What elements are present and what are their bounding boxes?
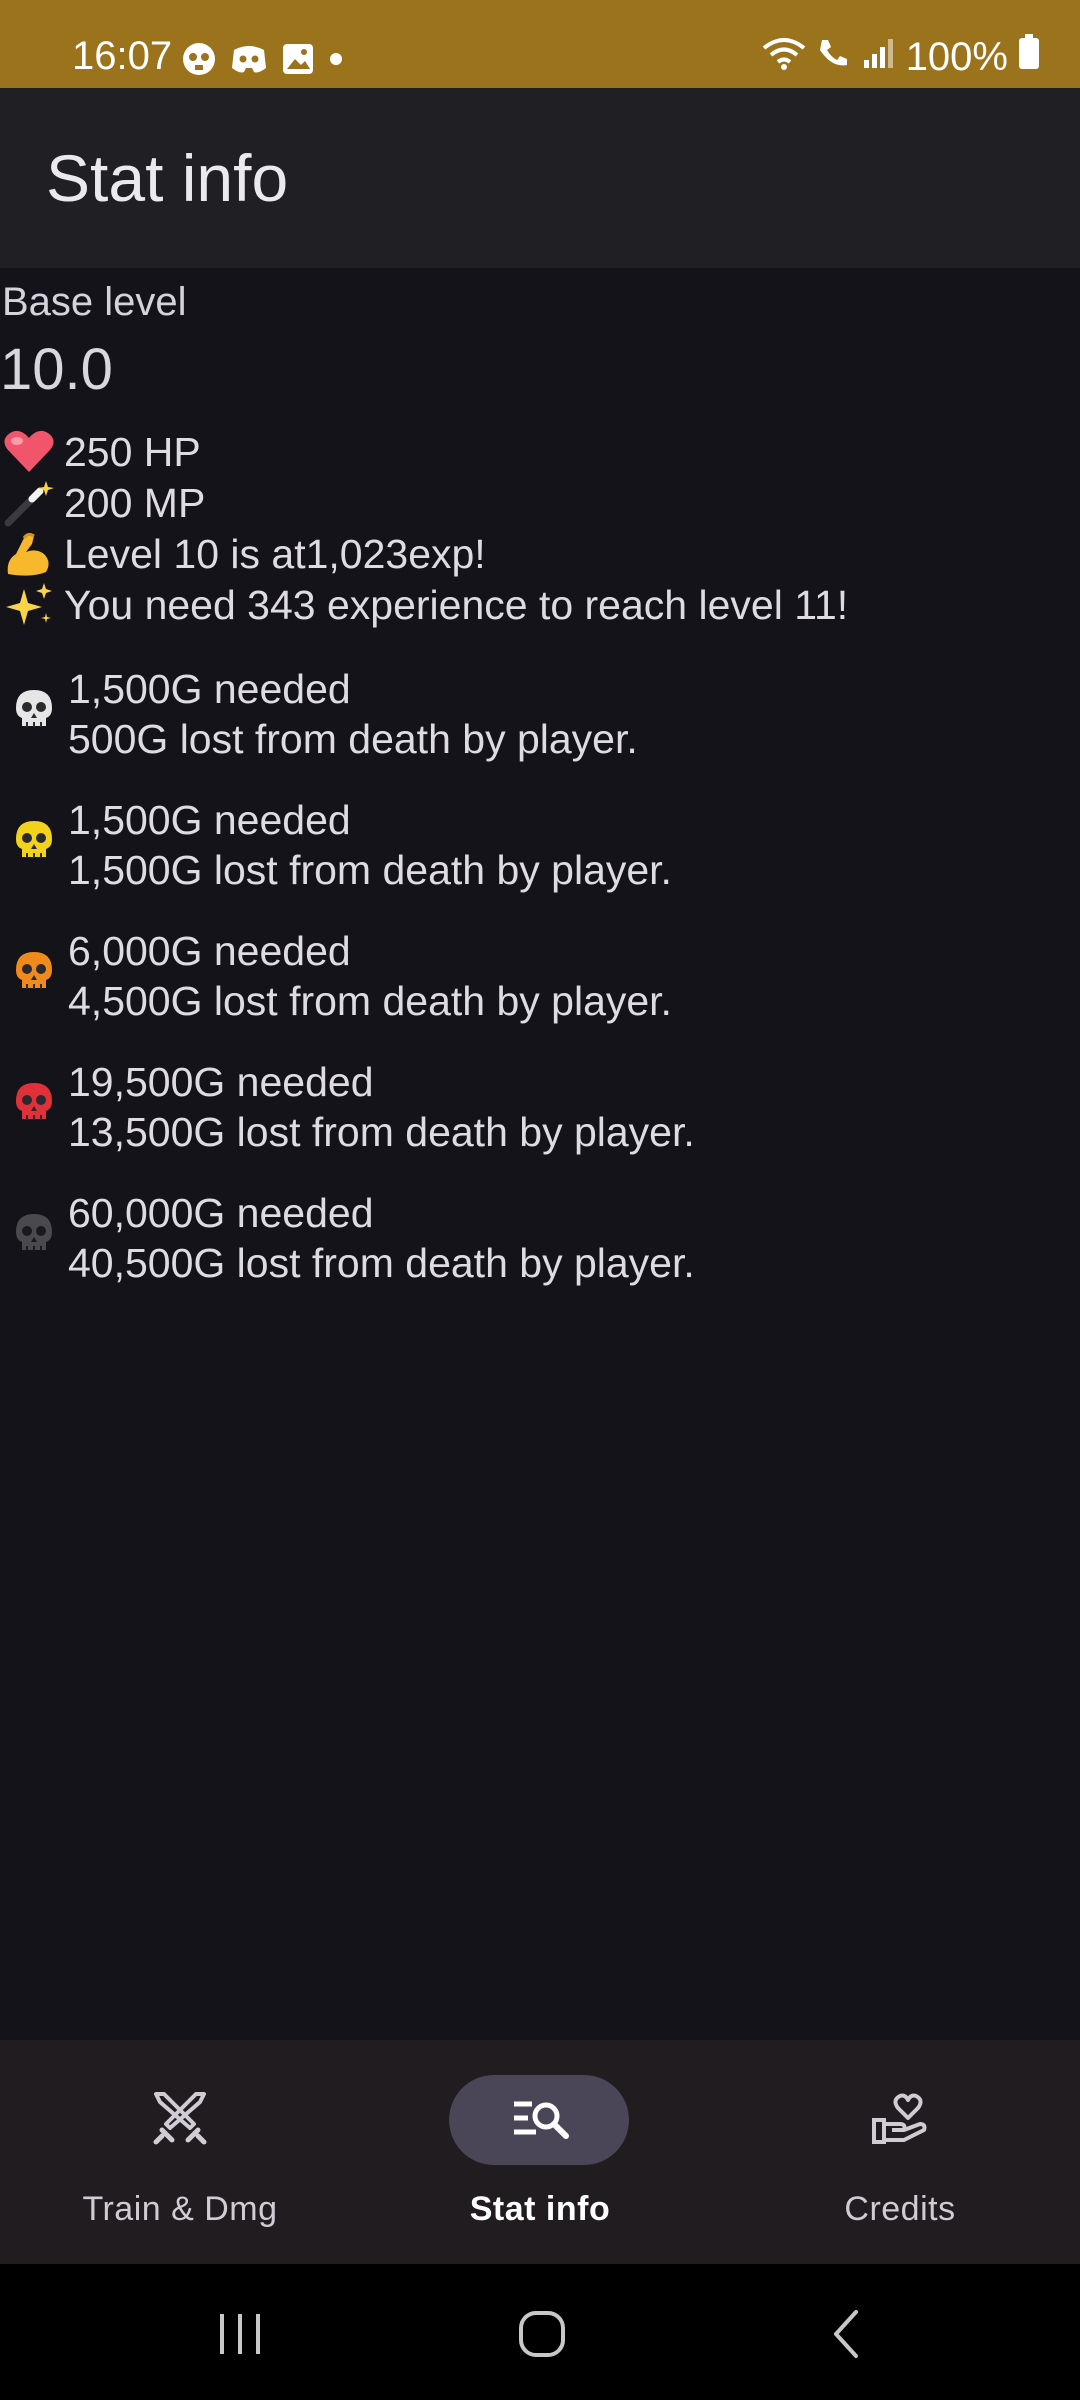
- next-level-text: You need 343 experience to reach level 1…: [64, 581, 849, 628]
- hp-text: 250 HP: [64, 428, 201, 475]
- gold-needed: 1,500G needed: [68, 666, 351, 712]
- gold-needed: 60,000G needed: [68, 1190, 374, 1236]
- level-exp-text: Level 10 is at1,023exp!: [64, 530, 486, 577]
- nav-train-dmg-label: Train & Dmg: [82, 2190, 278, 2228]
- heart-icon: [2, 428, 56, 476]
- nav-stat-info[interactable]: Stat info: [360, 2040, 720, 2264]
- gold-needed: 19,500G needed: [68, 1059, 374, 1105]
- status-bar: 16:07 100%: [0, 0, 1080, 88]
- mp-line: 200 MP: [2, 479, 205, 527]
- nav-credits-label: Credits: [844, 2190, 956, 2228]
- crossed-swords-icon: [150, 2088, 210, 2148]
- skull-white-icon: [14, 688, 54, 732]
- discord-icon: [230, 42, 268, 81]
- back-button[interactable]: [830, 2308, 860, 2365]
- signal-icon: [862, 35, 896, 80]
- gold-lost: 1,500G lost from death by player.: [68, 847, 672, 893]
- level-exp-line: Level 10 is at1,023exp!: [2, 530, 486, 578]
- nav-stat-info-label: Stat info: [469, 2190, 611, 2228]
- skull-yellow-icon: [14, 819, 54, 863]
- kill-tier-dark: 60,000G needed 40,500G lost from death b…: [0, 1188, 1080, 1298]
- gold-lost: 13,500G lost from death by player.: [68, 1109, 695, 1155]
- page-title: Stat info: [46, 141, 289, 215]
- dot-icon: [328, 51, 344, 72]
- next-level-line: You need 343 experience to reach level 1…: [2, 581, 848, 629]
- home-icon: [519, 2311, 565, 2357]
- system-status-icons: 100%: [762, 34, 1040, 80]
- gold-lost: 500G lost from death by player.: [68, 716, 638, 762]
- status-time: 16:07: [72, 34, 173, 78]
- system-navigation-bar: [0, 2264, 1080, 2400]
- gold-needed: 6,000G needed: [68, 928, 351, 974]
- recents-button[interactable]: [218, 2312, 264, 2361]
- kill-tier-red: 19,500G needed 13,500G lost from death b…: [0, 1057, 1080, 1167]
- bottom-navigation: Train & Dmg Stat info Credits: [0, 2040, 1080, 2264]
- skull-orange-icon: [14, 950, 54, 994]
- app-bar: Stat info: [0, 88, 1080, 268]
- back-icon: [834, 2310, 858, 2358]
- gold-lost: 4,500G lost from death by player.: [68, 978, 672, 1024]
- battery-percent: 100%: [905, 34, 1008, 79]
- base-level-label: Base level: [2, 280, 187, 324]
- gold-lost: 40,500G lost from death by player.: [68, 1240, 695, 1286]
- battery-icon: [1018, 34, 1040, 80]
- gold-needed: 1,500G needed: [68, 797, 351, 843]
- search-list-icon: [510, 2088, 570, 2148]
- magic-wand-icon: [2, 479, 56, 527]
- image-icon: [282, 43, 314, 80]
- kill-tier-white: 1,500G needed 500G lost from death by pl…: [0, 664, 1080, 774]
- kill-tier-text: 60,000G needed 40,500G lost from death b…: [68, 1188, 695, 1288]
- nav-train-dmg[interactable]: Train & Dmg: [0, 2040, 360, 2264]
- skull-notification-icon: [182, 42, 216, 81]
- kill-tier-yellow: 1,500G needed 1,500G lost from death by …: [0, 795, 1080, 905]
- heart-hand-icon: [870, 2088, 930, 2148]
- kill-tier-text: 1,500G needed 500G lost from death by pl…: [68, 664, 638, 764]
- hp-line: 250 HP: [2, 428, 201, 476]
- skull-red-icon: [14, 1081, 54, 1125]
- home-button[interactable]: [518, 2310, 566, 2363]
- wifi-call-icon: [816, 35, 852, 80]
- notification-icons: [182, 42, 344, 81]
- sparkles-icon: [2, 581, 56, 629]
- kill-tier-text: 19,500G needed 13,500G lost from death b…: [68, 1057, 695, 1157]
- recents-icon: [220, 2314, 260, 2354]
- kill-tier-text: 1,500G needed 1,500G lost from death by …: [68, 795, 672, 895]
- skull-dark-icon: [14, 1212, 54, 1256]
- mp-text: 200 MP: [64, 479, 206, 526]
- nav-credits[interactable]: Credits: [720, 2040, 1080, 2264]
- base-level-value: 10.0: [0, 337, 113, 402]
- wifi-icon: [762, 35, 806, 80]
- kill-tier-text: 6,000G needed 4,500G lost from death by …: [68, 926, 672, 1026]
- kill-tier-orange: 6,000G needed 4,500G lost from death by …: [0, 926, 1080, 1036]
- flexed-biceps-icon: [2, 530, 56, 578]
